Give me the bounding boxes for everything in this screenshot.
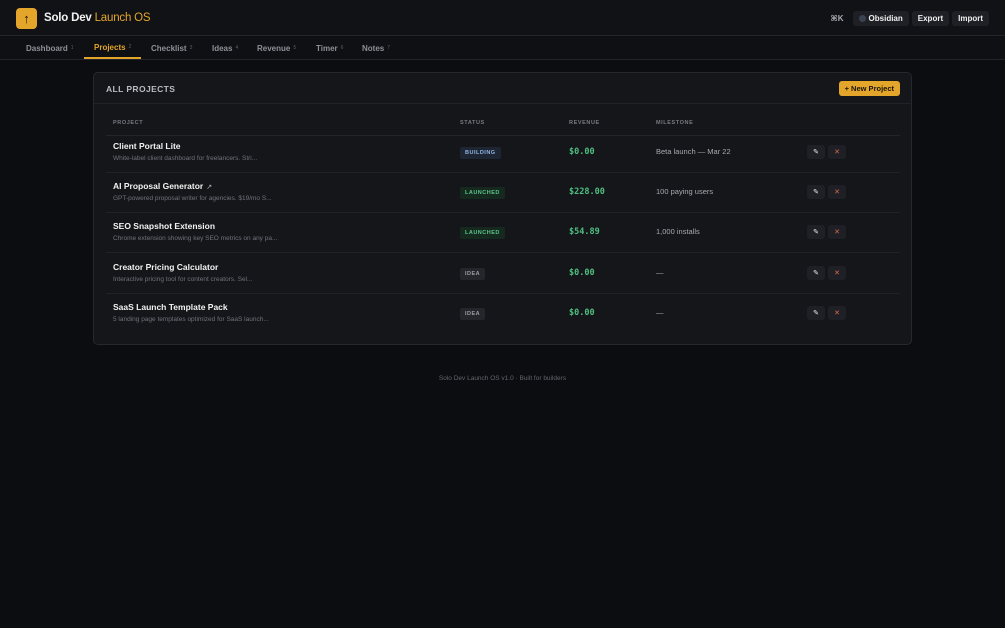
revenue-value: $0.00 (569, 308, 595, 318)
revenue-value: $54.89 (569, 227, 600, 237)
edit-icon[interactable]: ✎ (807, 225, 825, 239)
tab-revenue[interactable]: Revenue 5 (247, 37, 306, 59)
revenue-value: $228.00 (569, 187, 605, 197)
tab-shortcut: 4 (235, 45, 239, 51)
delete-icon[interactable]: ✕ (828, 225, 846, 239)
column-revenue: REVENUE (569, 120, 600, 126)
delete-icon[interactable]: ✕ (828, 306, 846, 320)
column-milestone: MILESTONE (656, 120, 694, 126)
project-name-text: SaaS Launch Template Pack (113, 302, 228, 312)
status-badge: IDEA (460, 308, 486, 320)
table-row[interactable]: SaaS Launch Template Pack 5 landing page … (106, 294, 900, 334)
logo-icon: ↑ (16, 8, 37, 29)
header-actions: ⌘K Obsidian Export Import (830, 11, 989, 26)
project-name-text: Client Portal Lite (113, 141, 181, 151)
tab-label: Projects (94, 42, 126, 52)
project-name-text: Creator Pricing Calculator (113, 262, 219, 272)
project-description: White-label client dashboard for freelan… (113, 155, 258, 162)
delete-icon[interactable]: ✕ (828, 185, 846, 199)
tab-label: Notes (362, 43, 385, 53)
status-badge: BUILDING (460, 147, 501, 159)
project-description: Interactive pricing tool for content cre… (113, 276, 253, 283)
tab-shortcut: 7 (387, 45, 391, 51)
tab-label: Dashboard (26, 43, 68, 53)
table-row[interactable]: SEO Snapshot Extension Chrome extension s… (106, 213, 900, 253)
panel-title: ALL PROJECTS (106, 84, 176, 94)
panel-header: ALL PROJECTS + New Project (94, 73, 911, 104)
edit-icon[interactable]: ✎ (807, 185, 825, 199)
project-name-text: SEO Snapshot Extension (113, 221, 216, 231)
edit-icon[interactable]: ✎ (807, 266, 825, 280)
project-name[interactable]: SaaS Launch Template Pack (113, 302, 231, 312)
table-row[interactable]: Creator Pricing Calculator Interactive pr… (106, 254, 900, 294)
delete-icon[interactable]: ✕ (828, 145, 846, 159)
top-bar: ↑ Solo Dev Launch OS ⌘K Obsidian Export … (0, 0, 1005, 36)
status-badge: IDEA (460, 268, 486, 280)
milestone-text: — (656, 308, 664, 317)
tab-label: Checklist (151, 43, 187, 53)
project-description: 5 landing page templates optimized for S… (113, 316, 269, 323)
revenue-value: $0.00 (569, 268, 595, 278)
projects-panel: ALL PROJECTS + New Project PROJECT STATU… (93, 72, 912, 345)
project-description: Chrome extension showing key SEO metrics… (113, 235, 278, 242)
status-badge: LAUNCHED (460, 187, 505, 199)
app-title: Solo Dev Launch OS (44, 12, 151, 24)
tab-dashboard[interactable]: Dashboard 1 (16, 37, 84, 59)
tab-projects[interactable]: Projects 2 (84, 37, 141, 59)
edit-icon[interactable]: ✎ (807, 145, 825, 159)
main-nav: Dashboard 1 Projects 2 Checklist 3 Ideas 4 R… (0, 37, 1005, 60)
milestone-text: 1,000 installs (656, 227, 700, 236)
column-project: PROJECT (113, 120, 144, 126)
project-name[interactable]: AI Proposal Generator ↗ (113, 181, 212, 191)
milestone-text: Beta launch — Mar 22 (656, 147, 731, 156)
column-status: STATUS (460, 120, 485, 126)
tab-shortcut: 3 (189, 45, 193, 51)
status-badge: LAUNCHED (460, 227, 505, 239)
external-link-icon[interactable]: ↗ (206, 184, 212, 191)
tab-timer[interactable]: Timer 6 (306, 37, 353, 59)
tab-notes[interactable]: Notes 7 (352, 37, 400, 59)
tab-shortcut: 6 (340, 45, 344, 51)
tab-label: Revenue (257, 43, 291, 53)
milestone-text: 100 paying users (656, 187, 714, 196)
table-row[interactable]: Client Portal Lite White-label client das… (106, 133, 900, 173)
tab-checklist[interactable]: Checklist 3 (141, 37, 202, 59)
tab-shortcut: 2 (128, 44, 132, 50)
milestone-text: — (656, 268, 664, 277)
tab-label: Timer (316, 43, 338, 53)
edit-icon[interactable]: ✎ (807, 306, 825, 320)
project-description: GPT-powered proposal writer for agencies… (113, 195, 272, 202)
brand-accent: Launch OS (94, 12, 151, 24)
tab-shortcut: 5 (293, 45, 297, 51)
tab-label: Ideas (212, 43, 233, 53)
project-name[interactable]: SEO Snapshot Extension (113, 221, 218, 231)
project-name[interactable]: Client Portal Lite (113, 141, 184, 151)
tab-shortcut: 1 (70, 45, 74, 51)
command-palette-shortcut[interactable]: ⌘K (830, 14, 843, 23)
project-name[interactable]: Creator Pricing Calculator (113, 262, 221, 272)
new-project-button[interactable]: + New Project (838, 81, 900, 96)
import-button[interactable]: Import (952, 11, 989, 26)
export-button[interactable]: Export (911, 11, 950, 26)
theme-button[interactable]: Obsidian (852, 11, 909, 26)
delete-icon[interactable]: ✕ (828, 266, 846, 280)
project-name-text: AI Proposal Generator (113, 181, 204, 191)
revenue-value: $0.00 (569, 147, 595, 157)
tab-ideas[interactable]: Ideas 4 (202, 37, 248, 59)
brand-primary: Solo Dev (44, 12, 92, 24)
table-row[interactable]: AI Proposal Generator ↗ GPT-powered propos… (106, 173, 900, 213)
theme-button-label: Obsidian (868, 14, 903, 23)
theme-dot-icon (858, 15, 866, 22)
footer: Solo Dev Launch OS v1.0 · Built for buil… (438, 375, 567, 382)
